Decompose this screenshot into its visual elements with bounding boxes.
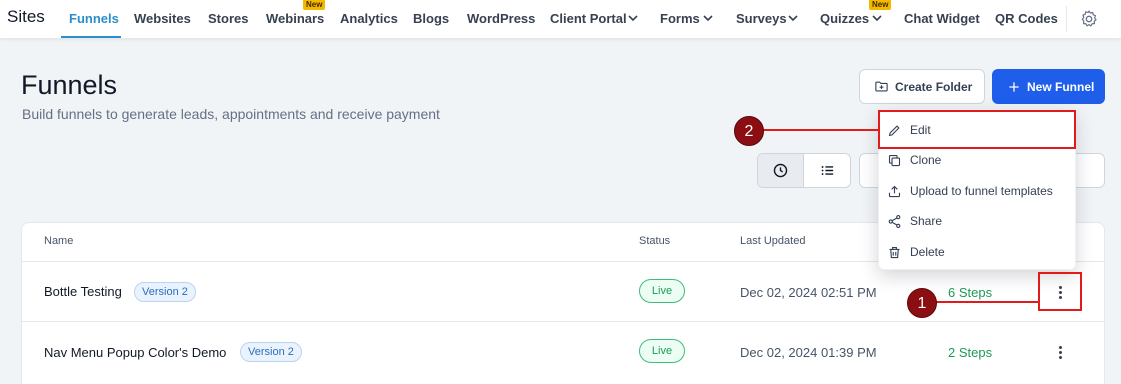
menu-item-label: Upload to funnel templates bbox=[910, 184, 1053, 198]
copy-icon bbox=[888, 154, 901, 166]
list-icon bbox=[821, 166, 833, 175]
view-toggle bbox=[757, 153, 851, 188]
tab-blogs[interactable]: Blogs bbox=[413, 11, 449, 26]
menu-item-clone[interactable]: Clone bbox=[887, 150, 941, 170]
more-options-highlight-box bbox=[1038, 272, 1082, 311]
page-subtitle: Build funnels to generate leads, appoint… bbox=[22, 106, 440, 122]
row-2-more-options-button[interactable] bbox=[1050, 342, 1070, 362]
column-header-name: Name bbox=[44, 235, 74, 247]
tab-stores[interactable]: Stores bbox=[208, 11, 248, 26]
folder-plus-icon bbox=[875, 81, 888, 92]
chevron-down-icon bbox=[788, 15, 798, 22]
annotation-marker-2: 2 bbox=[734, 116, 764, 146]
menu-item-delete[interactable]: Delete bbox=[887, 242, 945, 262]
brand-title: Sites bbox=[7, 7, 45, 26]
row-2-funnel-name[interactable]: Nav Menu Popup Color's Demo bbox=[44, 345, 226, 360]
menu-item-upload-to-funnel-templates[interactable]: Upload to funnel templates bbox=[887, 181, 1053, 201]
row-2-last-updated: Dec 02, 2024 01:39 PM bbox=[740, 345, 877, 360]
row-2-status-badge: Live bbox=[639, 339, 685, 363]
annotation-connector-1 bbox=[934, 301, 1038, 303]
tab-wordpress[interactable]: WordPress bbox=[467, 11, 535, 26]
chevron-down-icon bbox=[703, 15, 713, 22]
new-funnel-label: New Funnel bbox=[1027, 79, 1095, 94]
tab-chat-widget[interactable]: Chat Widget bbox=[904, 11, 980, 26]
tab-funnels[interactable]: Funnels bbox=[69, 11, 119, 26]
nav-divider bbox=[1066, 6, 1067, 32]
column-header-status: Status bbox=[639, 235, 671, 247]
create-folder-label: Create Folder bbox=[895, 79, 973, 94]
share-icon bbox=[888, 214, 901, 228]
tab-surveys[interactable]: Surveys bbox=[736, 11, 787, 26]
chevron-down-icon bbox=[872, 15, 882, 22]
menu-item-label: Clone bbox=[910, 153, 942, 167]
page-title: Funnels bbox=[21, 70, 118, 100]
tab-qr-codes[interactable]: QR Codes bbox=[995, 11, 1058, 26]
chevron-down-icon bbox=[628, 15, 638, 22]
row-2-steps-link[interactable]: 2 Steps bbox=[948, 345, 992, 360]
annotation-marker-1: 1 bbox=[907, 288, 937, 318]
trash-icon bbox=[889, 246, 900, 258]
gear-icon[interactable] bbox=[1079, 9, 1099, 29]
row-divider bbox=[22, 321, 1104, 322]
top-navigation: Sites Funnels Websites Stores Webinars N… bbox=[0, 0, 1121, 39]
list-view-button[interactable] bbox=[804, 154, 850, 187]
row-1-status-badge: Live bbox=[639, 279, 685, 303]
active-tab-indicator bbox=[61, 36, 121, 38]
tab-webinars[interactable]: Webinars bbox=[266, 11, 324, 26]
edit-highlight-box bbox=[878, 110, 1076, 149]
tab-analytics[interactable]: Analytics bbox=[340, 11, 398, 26]
new-badge-quizzes: New bbox=[869, 0, 892, 10]
column-header-last-updated: Last Updated bbox=[740, 235, 806, 247]
plus-icon bbox=[1009, 81, 1019, 92]
row-2-version-badge: Version 2 bbox=[240, 342, 302, 362]
row-1-last-updated: Dec 02, 2024 02:51 PM bbox=[740, 285, 877, 300]
create-folder-button[interactable]: Create Folder bbox=[859, 69, 985, 104]
clock-icon bbox=[773, 163, 788, 178]
menu-item-label: Delete bbox=[910, 245, 945, 259]
tab-websites[interactable]: Websites bbox=[134, 11, 191, 26]
menu-item-label: Share bbox=[910, 214, 943, 228]
tab-forms[interactable]: Forms bbox=[660, 11, 700, 26]
row-1-funnel-name[interactable]: Bottle Testing bbox=[44, 284, 122, 299]
row-1-steps-link[interactable]: 6 Steps bbox=[948, 285, 992, 300]
menu-item-share[interactable]: Share bbox=[887, 211, 942, 231]
tab-quizzes[interactable]: Quizzes bbox=[820, 11, 869, 26]
upload-icon bbox=[888, 185, 901, 197]
row-1-version-badge: Version 2 bbox=[134, 282, 196, 302]
new-funnel-button[interactable]: New Funnel bbox=[992, 69, 1105, 104]
new-badge-webinars: New bbox=[303, 0, 326, 10]
annotation-connector-2 bbox=[762, 129, 878, 131]
tab-client-portal[interactable]: Client Portal bbox=[550, 11, 627, 26]
recent-view-button[interactable] bbox=[758, 154, 805, 187]
